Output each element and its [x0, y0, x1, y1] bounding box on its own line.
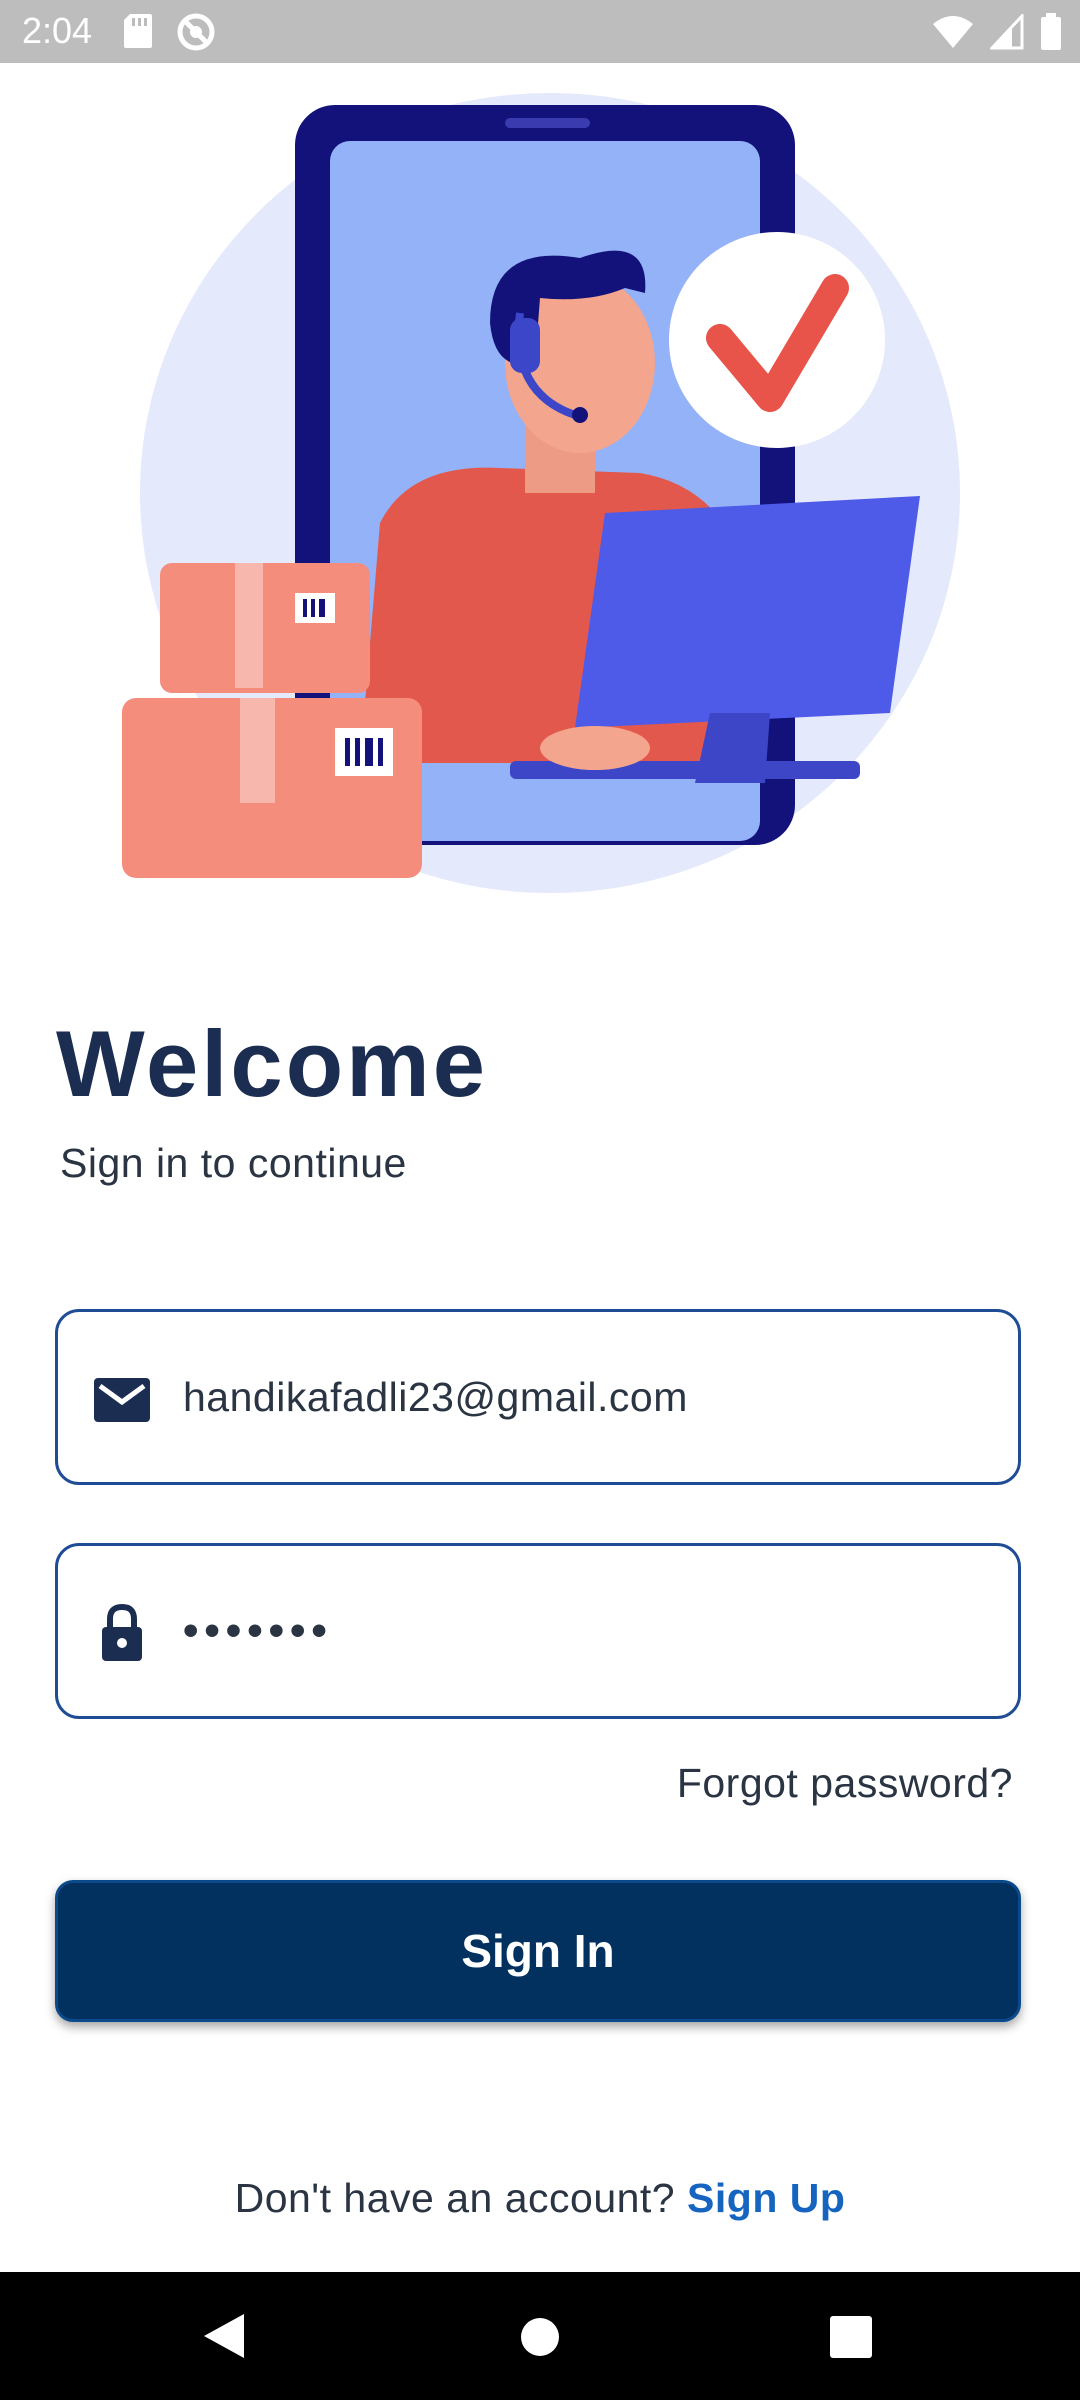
signup-row: Don't have an account? Sign Up	[0, 2175, 1080, 2222]
navigation-bar	[0, 2272, 1080, 2400]
sd-card-icon	[124, 14, 152, 48]
mail-icon	[94, 1378, 150, 1422]
support-agent-illustration	[122, 93, 960, 893]
email-input-value[interactable]: handikafadli23@gmail.com	[183, 1312, 688, 1482]
cell-signal-icon	[990, 14, 1024, 50]
status-time: 2:04	[22, 10, 93, 51]
password-input-value[interactable]: •••••••	[183, 1546, 333, 1716]
status-bar: 2:04	[0, 0, 1080, 63]
lock-icon	[102, 1603, 142, 1661]
status-icons-left	[122, 12, 216, 52]
signup-prompt: Don't have an account?	[234, 2175, 676, 2221]
do-not-disturb-icon	[177, 13, 215, 51]
status-icons-right	[932, 12, 1062, 52]
sign-up-link[interactable]: Sign Up	[687, 2175, 845, 2221]
password-field[interactable]: •••••••	[55, 1543, 1021, 1719]
page-title: Welcome	[56, 1011, 488, 1116]
back-icon[interactable]	[202, 2312, 246, 2360]
email-field[interactable]: handikafadli23@gmail.com	[55, 1309, 1021, 1485]
page-subtitle: Sign in to continue	[60, 1140, 407, 1186]
recents-icon[interactable]	[830, 2316, 872, 2358]
sign-in-button[interactable]: Sign In	[55, 1880, 1021, 2022]
battery-icon	[1041, 13, 1061, 50]
home-icon[interactable]	[521, 2318, 559, 2356]
forgot-password-link[interactable]: Forgot password?	[677, 1760, 1013, 1807]
wifi-icon	[933, 16, 973, 48]
